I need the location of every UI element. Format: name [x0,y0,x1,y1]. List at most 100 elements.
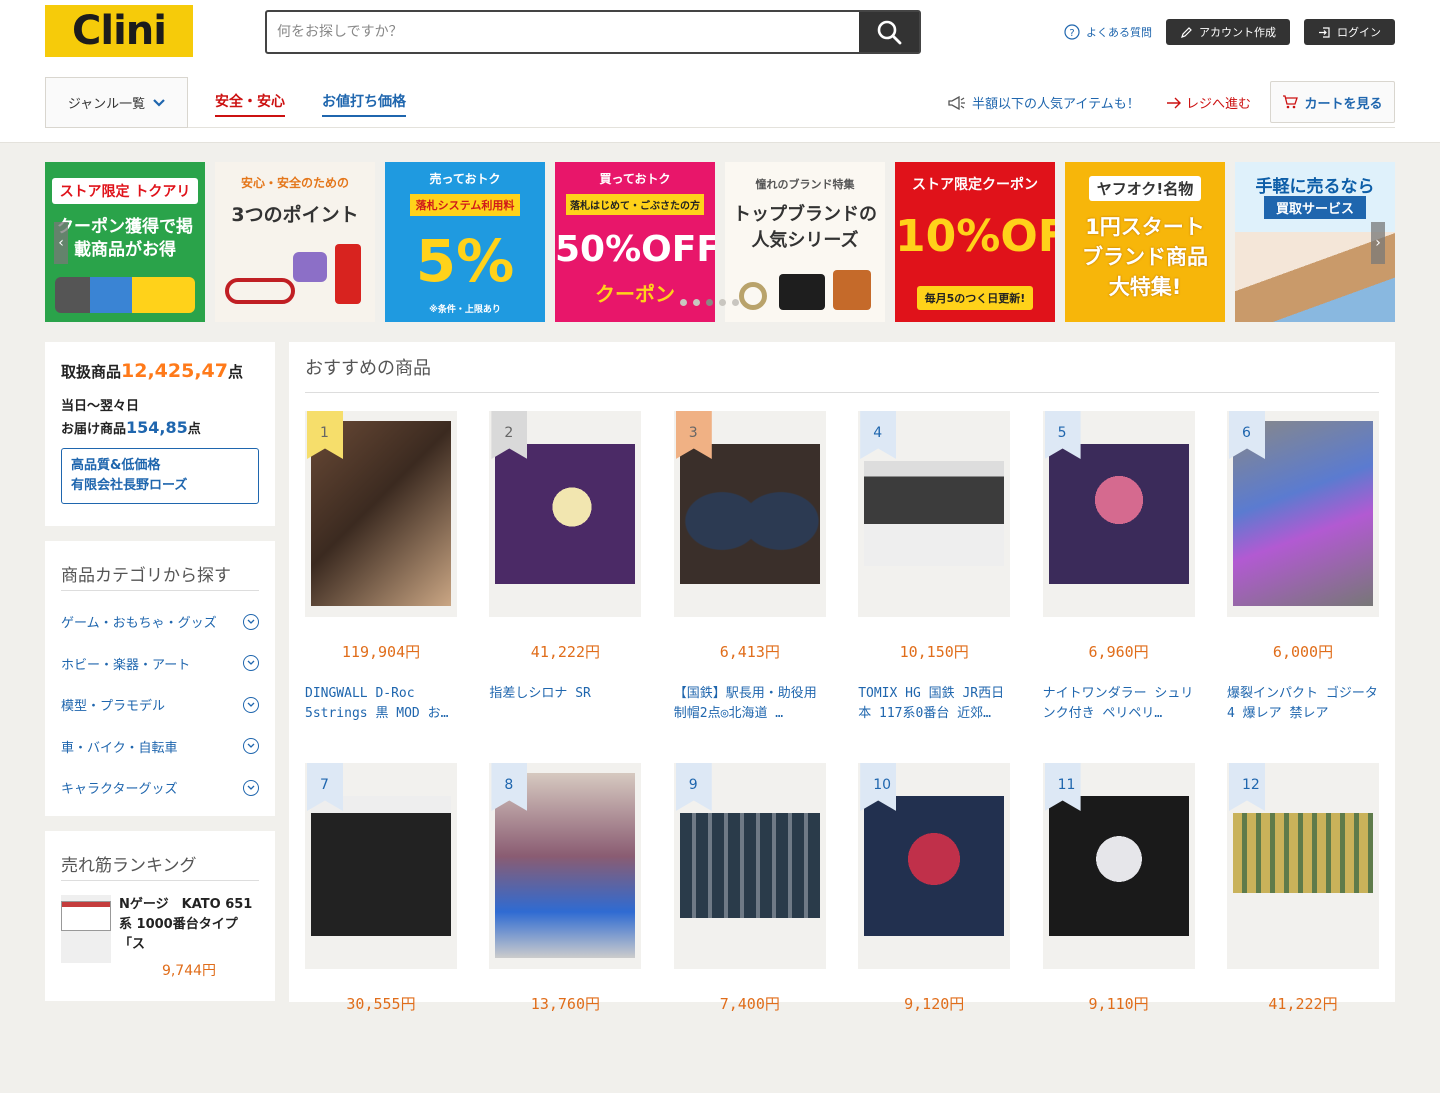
product-name[interactable] [674,1036,828,1076]
product-image-frame: 2 [489,411,642,617]
banner-top-brands[interactable]: 憧れのブランド特集 トップブランドの人気シリーズ [725,162,885,322]
chevron-circle-icon [243,779,259,796]
promo-link[interactable]: 半額以下の人気アイテムも！ [948,93,1140,112]
banner-one-yen-start[interactable]: ヤフオク!名物 1円スタートブランド商品大特集! [1065,162,1225,322]
product-name[interactable] [305,1036,459,1076]
rank-badge: 9 [675,763,712,811]
product-price: 9,120円 [904,995,965,1013]
genre-menu-button[interactable]: ジャンル一覧 [45,77,188,128]
ranking-title: 売れ筋ランキング [61,851,259,881]
product-price: 9,110円 [1088,995,1149,1013]
nav-bargain-link[interactable]: お値打ち価格 [322,91,406,117]
view-cart-button[interactable]: カートを見る [1270,81,1395,123]
product-name[interactable]: 爆裂インパクト ゴジータ4 爆レア 禁レア [1227,684,1381,724]
product-image [864,461,1005,566]
product-image-frame: 12 [1227,763,1379,969]
product-card[interactable]: 11 9,110円 [1042,763,1197,1093]
product-name[interactable] [1227,1036,1381,1076]
faq-link[interactable]: ? よくある質問 [1064,24,1152,40]
product-price: 10,150円 [899,643,969,661]
product-price: 119,904円 [341,643,421,661]
ranking-item-name: Nゲージ KATO 651系 1000番台タイプ 「ス [119,897,253,952]
carousel-dot[interactable] [706,299,713,306]
carousel-dots [680,299,739,306]
carousel-next-button[interactable]: › [1371,222,1385,264]
category-item[interactable]: 車・バイク・自転車 [61,726,259,768]
product-image [1048,796,1189,936]
product-card[interactable]: 10 9,120円 [858,763,1012,1093]
nav-safe-link[interactable]: 安全・安心 [215,91,285,117]
site-logo[interactable]: Clini [45,5,193,57]
carousel-prev-button[interactable]: ‹ [54,222,68,264]
search-button[interactable] [859,12,919,52]
banner-photo [55,277,195,313]
product-name[interactable] [1043,1036,1197,1076]
ranking-item-image [61,895,111,963]
checkout-link[interactable]: レジへ進む [1166,93,1251,112]
ranking-item-price: 9,744円 [161,963,217,979]
product-image [679,813,820,918]
product-image-frame: 3 [673,411,826,617]
header-divider [188,127,1395,128]
megaphone-icon [948,95,965,110]
carousel-dot[interactable] [693,299,700,306]
category-item-label: キャラクターグッズ [61,782,178,798]
product-card[interactable]: 5 6,960円 ナイトワンダラー シュリンク付き ペリペリ… [1042,411,1197,741]
rank-badge: 4 [860,411,897,459]
product-name[interactable]: DINGWALL D-Roc 5strings 黒 MOD お… [305,684,459,724]
category-item[interactable]: ゲーム・おもちゃ・グッズ [61,601,259,643]
shop-link-box[interactable]: 高品質&低価格 有限会社長野ローズ [61,448,259,504]
search-input[interactable] [267,12,859,52]
banner-coupon-store[interactable]: ストア限定 トクアリ クーポン獲得で掲載商品がお得 [45,162,205,322]
product-card[interactable]: 7 30,555円 [305,763,459,1093]
product-image-frame: 9 [673,763,826,969]
product-image-frame: 8 [489,763,642,969]
product-card[interactable]: 1 119,904円 DINGWALL D-Roc 5strings 黒 MOD お… [305,411,459,741]
carousel-dot[interactable] [680,299,687,306]
product-image [679,444,820,584]
chevron-circle-icon [243,613,259,630]
product-card[interactable]: 8 13,760円 [489,763,643,1093]
product-price: 41,222円 [1268,995,1338,1013]
product-name[interactable]: TOMIX HG 国鉄 JR西日本 117系0番台 近郊… [858,684,1012,724]
pencil-icon [1181,26,1192,38]
banner-store-coupon[interactable]: ストア限定クーポン 10%OFF 毎月5のつく日更新! [895,162,1055,322]
product-name[interactable]: 【国鉄】駅長用・助役用制帽2点◎北海道 … [674,684,828,724]
ranking-card: 売れ筋ランキング Nゲージ KATO 651系 1000番台タイプ 「ス 9,7… [45,831,275,1001]
product-name[interactable]: 指差しシロナ SR [489,684,643,724]
banner-seller-fee[interactable]: 売っておトク 落札システム利用料 5% ※条件・上限あり [385,162,545,322]
category-list: ゲーム・おもちゃ・グッズ ホビー・楽器・アート模型・プラモデル車・バイク・自転車キ… [61,601,259,809]
rank-badge: 12 [1229,763,1265,811]
site-header: Clini ? よくある質問 アカウント作成 ログイン ジャンル一覧 安全・安心… [0,0,1440,143]
recommended-title: おすすめの商品 [305,354,1379,393]
category-item[interactable]: 模型・プラモデル [61,684,259,726]
account-links: ? よくある質問 アカウント作成 ログイン [1064,19,1395,45]
question-circle-icon: ? [1064,24,1080,40]
category-item[interactable]: ホビー・楽器・アート [61,643,259,685]
svg-text:?: ? [1069,28,1074,39]
login-icon [1319,26,1330,38]
product-name[interactable] [858,1036,1012,1076]
ranking-item[interactable]: Nゲージ KATO 651系 1000番台タイプ 「ス 9,744円 [61,895,259,981]
create-account-button[interactable]: アカウント作成 [1166,19,1290,45]
carousel-dot[interactable] [732,299,739,306]
product-price: 6,000円 [1272,643,1334,661]
search-bar [265,10,921,54]
product-image-frame: 1 [305,411,457,617]
product-name[interactable]: ナイトワンダラー シュリンク付き ペリペリ… [1043,684,1197,724]
product-card[interactable]: 2 41,222円 指差しシロナ SR [489,411,643,741]
banner-buyer-coupon[interactable]: 買っておトク 落札はじめて・ごぶさたの方 50%OFF クーポン [555,162,715,322]
banner-safety-points[interactable]: 安心・安全のための 3つのポイント [215,162,375,322]
category-item-label: 模型・プラモデル [61,699,166,715]
product-name[interactable] [489,1036,643,1076]
chevron-circle-icon [243,696,259,713]
product-card[interactable]: 3 6,413円 【国鉄】駅長用・助役用制帽2点◎北海道 … [673,411,828,741]
carousel-dot[interactable] [719,299,726,306]
product-card[interactable]: 4 10,150円 TOMIX HG 国鉄 JR西日本 117系0番台 近郊… [858,411,1012,741]
category-item[interactable]: キャラクターグッズ [61,767,259,809]
product-card[interactable]: 12 41,222円 [1227,763,1381,1093]
login-button[interactable]: ログイン [1304,19,1395,45]
product-card[interactable]: 6 6,000円 爆裂インパクト ゴジータ4 爆レア 禁レア [1227,411,1381,741]
product-card[interactable]: 9 7,400円 [673,763,828,1093]
product-price: 6,960円 [1088,643,1149,661]
